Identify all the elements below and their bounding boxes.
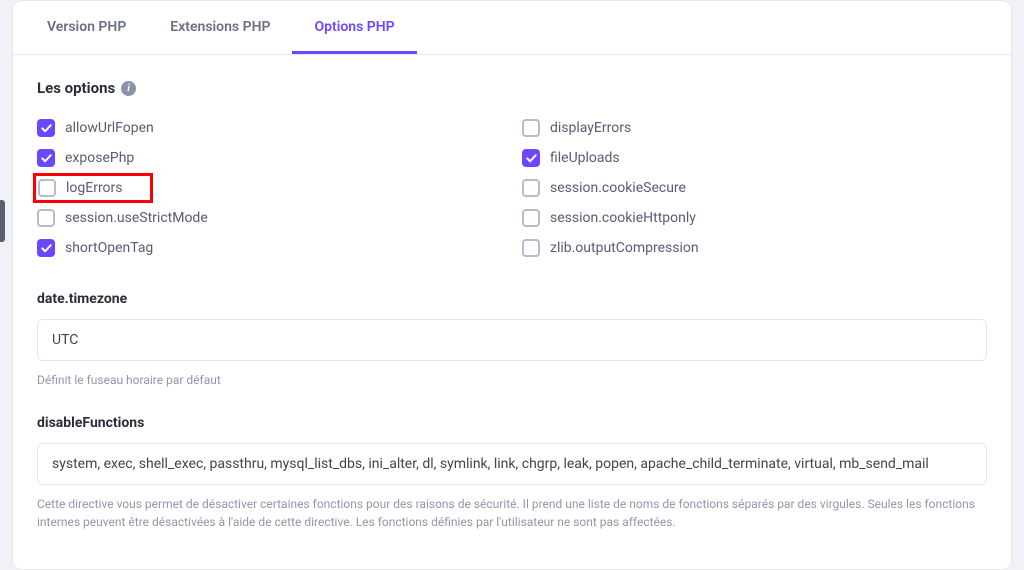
- option-row-zlib.outputCompression: zlib.outputCompression: [522, 233, 987, 263]
- tab-version-php[interactable]: Version PHP: [25, 1, 148, 54]
- checkbox-displayErrors[interactable]: [522, 119, 540, 137]
- option-label: exposePhp: [65, 150, 134, 166]
- disable-functions-help: Cette directive vous permet de désactive…: [37, 495, 987, 531]
- option-row-shortOpenTag: shortOpenTag: [37, 233, 502, 263]
- option-label: displayErrors: [550, 120, 631, 136]
- option-label: fileUploads: [550, 150, 620, 166]
- option-row-session.cookieHttponly: session.cookieHttponly: [522, 203, 987, 233]
- option-label: session.cookieHttponly: [550, 210, 696, 226]
- timezone-input[interactable]: [37, 319, 987, 361]
- option-label: shortOpenTag: [65, 240, 153, 256]
- disable-functions-input[interactable]: [37, 443, 987, 485]
- checkbox-session.cookieSecure[interactable]: [522, 179, 540, 197]
- php-settings-card: Version PHP Extensions PHP Options PHP L…: [12, 0, 1012, 570]
- timezone-help: Définit le fuseau horaire par défaut: [37, 371, 987, 389]
- checkbox-session.cookieHttponly[interactable]: [522, 209, 540, 227]
- tab-options-php[interactable]: Options PHP: [292, 1, 416, 54]
- timezone-label: date.timezone: [37, 291, 987, 307]
- option-label: zlib.outputCompression: [550, 240, 699, 256]
- tab-content: Les options i allowUrlFopen exposePhp logE…: [13, 55, 1011, 569]
- option-row-displayErrors: displayErrors: [522, 113, 987, 143]
- timezone-section: date.timezone Définit le fuseau horaire …: [37, 291, 987, 389]
- options-column-left: allowUrlFopen exposePhp logErrors session.u…: [37, 113, 502, 263]
- tab-extensions-php[interactable]: Extensions PHP: [148, 1, 292, 54]
- option-label: logErrors: [66, 180, 123, 196]
- checkbox-allowUrlFopen[interactable]: [37, 119, 55, 137]
- disable-functions-label: disableFunctions: [37, 415, 987, 431]
- option-row-logErrors: logErrors: [33, 173, 153, 203]
- options-section-title: Les options i: [37, 79, 987, 97]
- checkbox-zlib.outputCompression[interactable]: [522, 239, 540, 257]
- option-row-session.cookieSecure: session.cookieSecure: [522, 173, 987, 203]
- left-handle: [0, 200, 5, 242]
- checkbox-logErrors[interactable]: [38, 179, 56, 197]
- checkbox-session.useStrictMode[interactable]: [37, 209, 55, 227]
- option-row-exposePhp: exposePhp: [37, 143, 502, 173]
- options-grid: allowUrlFopen exposePhp logErrors session.u…: [37, 113, 987, 263]
- tabs-nav: Version PHP Extensions PHP Options PHP: [13, 1, 1011, 55]
- option-row-allowUrlFopen: allowUrlFopen: [37, 113, 502, 143]
- checkbox-shortOpenTag[interactable]: [37, 239, 55, 257]
- option-label: allowUrlFopen: [65, 120, 154, 136]
- option-row-session.useStrictMode: session.useStrictMode: [37, 203, 502, 233]
- disable-functions-section: disableFunctions Cette directive vous pe…: [37, 415, 987, 531]
- info-icon[interactable]: i: [121, 81, 136, 96]
- checkbox-exposePhp[interactable]: [37, 149, 55, 167]
- option-label: session.cookieSecure: [550, 180, 686, 196]
- checkbox-fileUploads[interactable]: [522, 149, 540, 167]
- options-column-right: displayErrors fileUploads session.cookieSe…: [522, 113, 987, 263]
- option-row-fileUploads: fileUploads: [522, 143, 987, 173]
- options-title-text: Les options: [37, 79, 115, 97]
- option-label: session.useStrictMode: [65, 210, 208, 226]
